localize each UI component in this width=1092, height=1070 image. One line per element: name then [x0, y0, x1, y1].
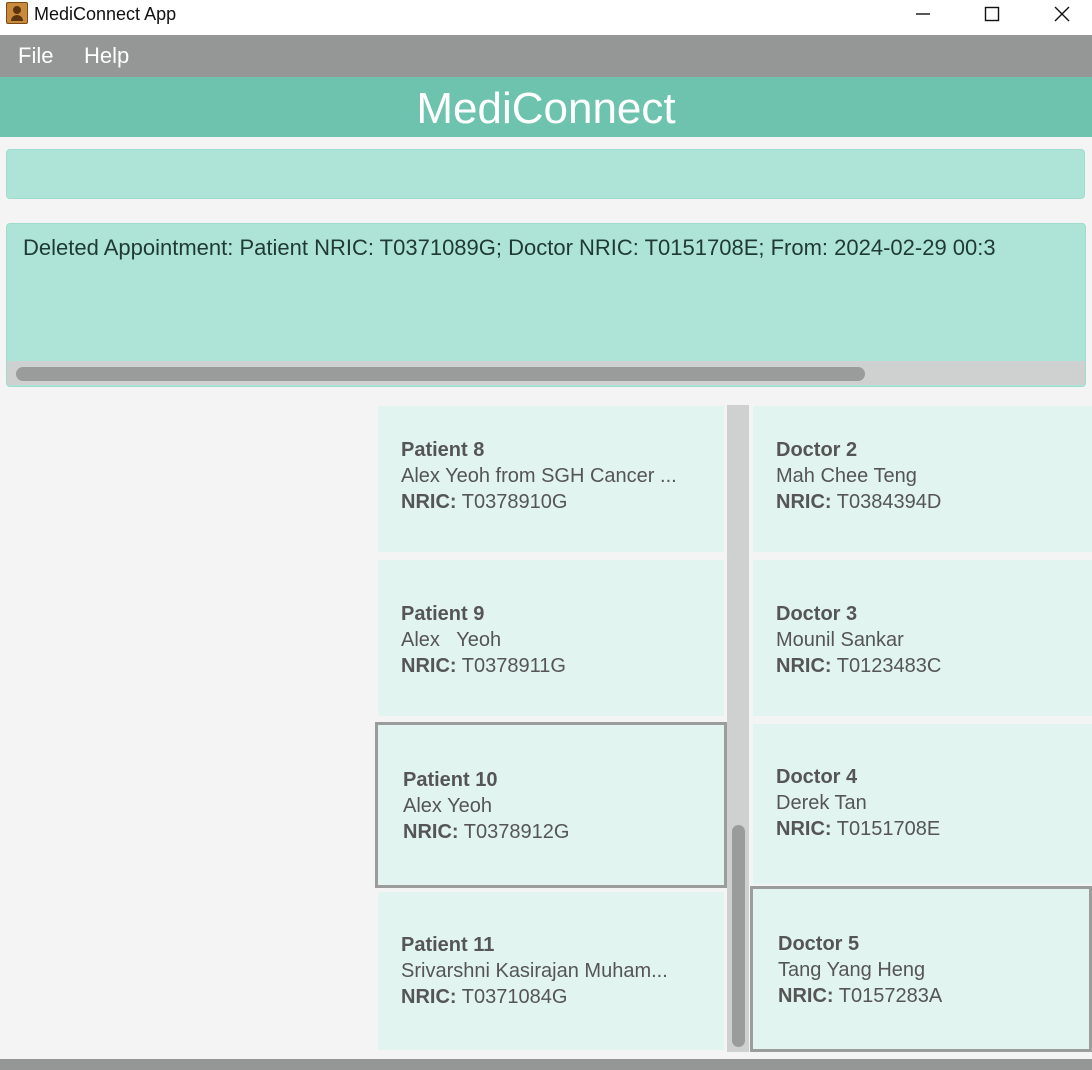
close-button[interactable] [1027, 0, 1092, 28]
close-icon [1054, 6, 1070, 22]
doctor-name: Mah Chee Teng [776, 465, 917, 487]
doctor-name: Tang Yang Heng [778, 959, 926, 981]
doctor-name: Derek Tan [776, 792, 867, 814]
nric-label: NRIC: [776, 818, 832, 840]
nric-label: NRIC: [776, 491, 832, 513]
patient-title: Patient 9 [401, 603, 485, 625]
menu-bar: File Help [0, 35, 1092, 77]
patient-nric: NRIC: T0378911G [401, 655, 566, 677]
result-horizontal-scrollbar[interactable] [7, 361, 1085, 385]
doctor-title: Doctor 5 [778, 933, 860, 955]
doctor-card-selected[interactable]: Doctor 5 Tang Yang Heng NRIC: T0157283A [750, 886, 1092, 1052]
patient-card[interactable]: Patient 9 Alex Yeoh NRIC: T0378911G [378, 560, 724, 716]
window-title-bar: MediConnect App [0, 0, 1092, 35]
patient-name: Alex Yeoh from SGH Cancer ... [401, 465, 677, 487]
patient-name: Srivarshni Kasirajan Muham... [401, 960, 668, 982]
app-user-icon [6, 2, 28, 24]
nric-value: T0371084G [461, 986, 568, 1008]
nric-label: NRIC: [401, 491, 457, 513]
patient-nric: NRIC: T0378910G [401, 491, 567, 513]
doctor-card[interactable]: Doctor 4 Derek Tan NRIC: T0151708E [753, 724, 1092, 884]
app-header: MediConnect [0, 77, 1092, 137]
patient-list-scroll-thumb[interactable] [732, 825, 745, 1047]
patient-title: Patient 11 [401, 934, 495, 956]
result-scroll-thumb[interactable] [16, 367, 865, 381]
nric-value: T0123483C [836, 655, 942, 677]
patient-nric: NRIC: T0371084G [401, 986, 567, 1008]
patient-card[interactable]: Patient 8 Alex Yeoh from SGH Cancer ... … [378, 406, 724, 552]
doctor-title: Doctor 3 [776, 603, 858, 625]
doctor-title: Doctor 2 [776, 439, 858, 461]
minimize-button[interactable] [888, 0, 958, 28]
patient-list-scrollbar[interactable] [727, 405, 749, 1052]
menu-file[interactable]: File [18, 43, 53, 69]
app-header-title: MediConnect [416, 84, 676, 133]
doctor-card[interactable]: Doctor 3 Mounil Sankar NRIC: T0123483C [753, 560, 1092, 716]
nric-value: T0378912G [463, 821, 570, 843]
maximize-icon [984, 6, 1000, 22]
nric-value: T0378911G [461, 655, 566, 677]
minimize-icon [916, 13, 930, 15]
patient-card-selected[interactable]: Patient 10 Alex Yeoh NRIC: T0378912G [375, 722, 727, 888]
nric-value: T0384394D [836, 491, 942, 513]
doctor-nric: NRIC: T0123483C [776, 655, 941, 677]
nric-label: NRIC: [401, 986, 457, 1008]
patient-title: Patient 10 [403, 769, 498, 791]
menu-help[interactable]: Help [84, 43, 129, 69]
doctor-nric: NRIC: T0157283A [778, 985, 942, 1007]
doctor-title: Doctor 4 [776, 766, 858, 788]
status-bar [0, 1059, 1092, 1070]
window-title: MediConnect App [34, 4, 177, 24]
result-message: Deleted Appointment: Patient NRIC: T0371… [23, 235, 996, 260]
nric-value: T0378910G [461, 491, 568, 513]
patient-title: Patient 8 [401, 439, 485, 461]
command-input[interactable] [6, 149, 1085, 199]
nric-label: NRIC: [401, 655, 457, 677]
doctor-nric: NRIC: T0384394D [776, 491, 941, 513]
result-display: Deleted Appointment: Patient NRIC: T0371… [6, 223, 1086, 387]
nric-value: T0151708E [836, 818, 941, 840]
doctor-nric: NRIC: T0151708E [776, 818, 940, 840]
doctor-name: Mounil Sankar [776, 629, 904, 651]
patient-name: Alex Yeoh [401, 629, 502, 651]
maximize-button[interactable] [957, 0, 1027, 28]
doctor-card[interactable]: Doctor 2 Mah Chee Teng NRIC: T0384394D [753, 406, 1092, 552]
nric-label: NRIC: [778, 985, 834, 1007]
nric-value: T0157283A [838, 985, 943, 1007]
nric-label: NRIC: [403, 821, 459, 843]
patient-name: Alex Yeoh [403, 795, 492, 817]
nric-label: NRIC: [776, 655, 832, 677]
patient-nric: NRIC: T0378912G [403, 821, 569, 843]
patient-card[interactable]: Patient 11 Srivarshni Kasirajan Muham...… [378, 892, 724, 1050]
